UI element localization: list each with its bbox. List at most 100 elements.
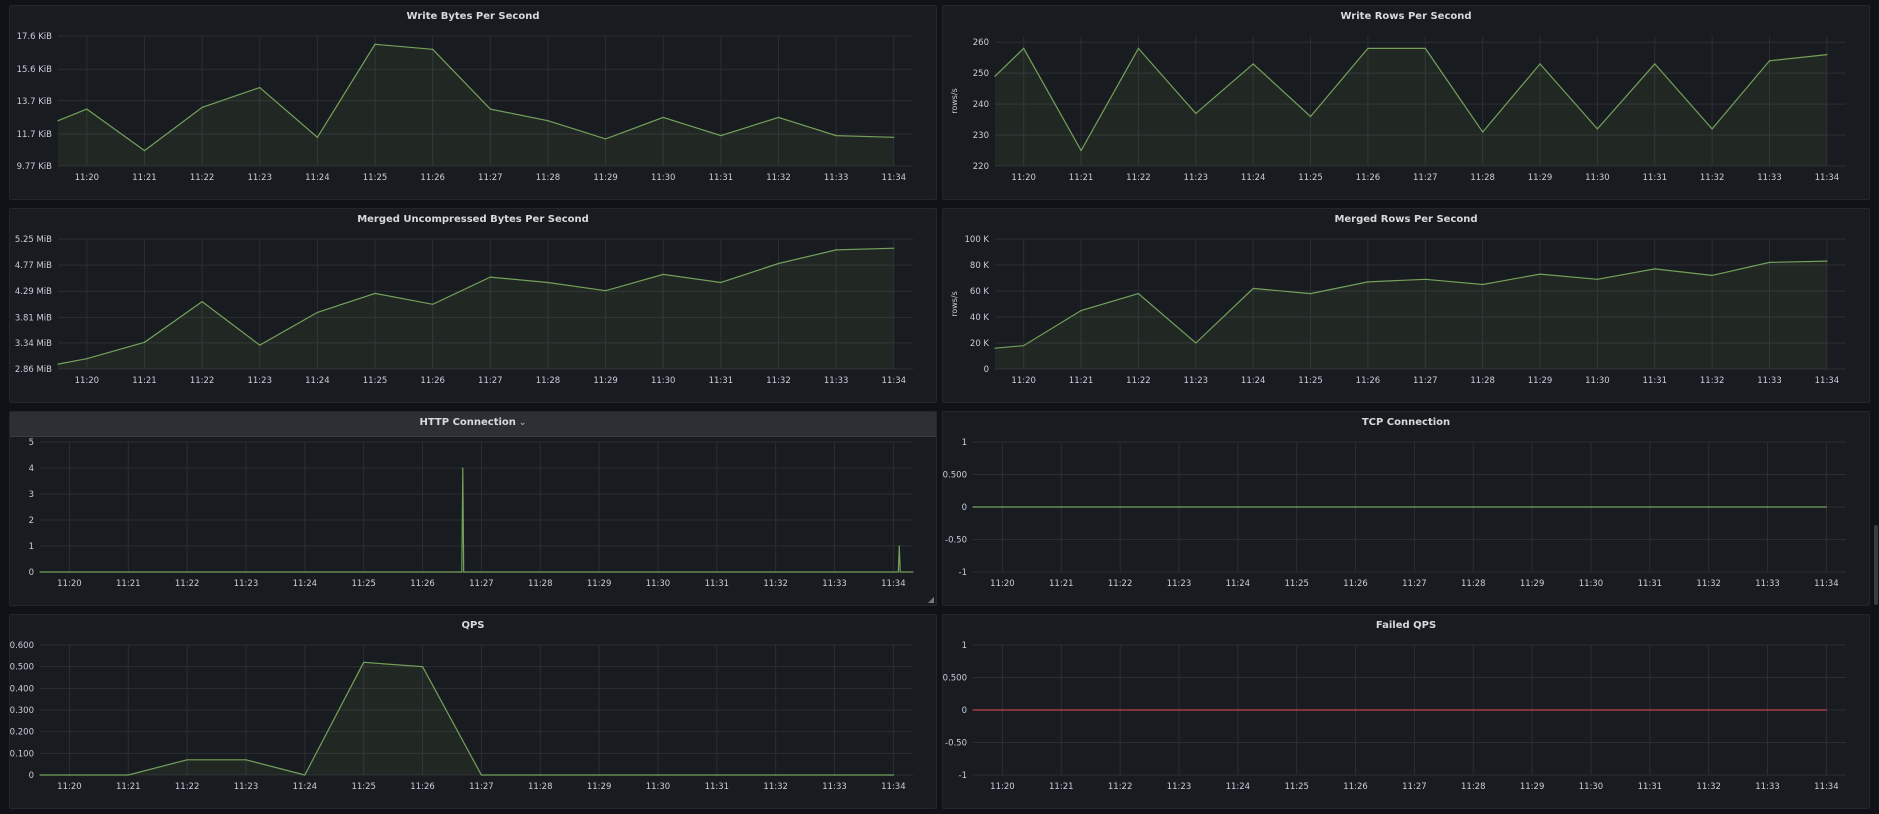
panel-tcp-connection[interactable]: TCP Connection -1 -0.50 0 0.500 1 11:20 11:21 1… (942, 411, 1870, 606)
x-tick-label: 11:26 (1343, 782, 1368, 792)
data-point (1023, 47, 1025, 49)
x-tick-label: 11:26 (410, 579, 435, 589)
panel-write-bytes[interactable]: Write Bytes Per Second 9.77 KiB 11.7 KiB 1… (9, 5, 937, 200)
y-tick-label: 3 (29, 490, 34, 500)
data-point (489, 276, 491, 278)
y-tick-label: 0 (29, 568, 34, 578)
y-tick-label: 0.200 (10, 728, 34, 738)
y-tick-label: 40 K (970, 313, 990, 323)
x-tick-label: 11:32 (763, 579, 788, 589)
data-point (1309, 115, 1312, 118)
data-point (259, 344, 261, 346)
data-point (1137, 47, 1140, 49)
x-tick-label: 11:21 (132, 376, 157, 386)
x-tick-label: 11:33 (822, 579, 847, 589)
series-area (58, 44, 894, 166)
x-tick-label: 11:22 (175, 579, 200, 589)
data-point (547, 281, 549, 284)
y-tick-label: 5.25 MiB (15, 235, 52, 245)
x-tick-label: 11:31 (705, 579, 730, 589)
data-point (421, 666, 424, 668)
x-tick-label: 11:33 (822, 782, 847, 792)
x-tick-label: 11:32 (1696, 782, 1721, 792)
x-tick-label: 11:29 (587, 579, 612, 589)
x-tick-label: 11:34 (881, 579, 906, 589)
panel-failed-qps[interactable]: Failed QPS -1 -0.50 0 0.500 1 11:20 11:21 11:22… (942, 614, 1870, 809)
y-tick-label: 260 (973, 38, 989, 48)
x-tick-label: 11:34 (882, 376, 907, 386)
x-tick-label: 11:20 (990, 579, 1015, 589)
data-point (972, 709, 974, 711)
x-tick-label: 11:30 (651, 376, 676, 386)
x-tick-label: 11:23 (247, 376, 272, 386)
panel-write-rows[interactable]: Write Rows Per Second 220 230 240 250 260 11:… (942, 5, 1870, 200)
x-tick-label: 11:29 (587, 782, 612, 792)
y-tick-label: 20 K (970, 339, 990, 349)
data-point (716, 774, 718, 776)
data-point (461, 571, 463, 573)
x-tick-label: 11:24 (293, 782, 318, 792)
x-tick-label: 11:29 (593, 173, 618, 183)
y-tick-label: 1 (962, 438, 967, 448)
y-tick-label: 0.500 (943, 471, 967, 481)
y-tick-label: -1 (959, 568, 967, 578)
data-point (201, 106, 203, 108)
x-tick-label: 11:32 (766, 376, 791, 386)
data-point (57, 363, 59, 365)
x-tick-label: 11:21 (1069, 173, 1094, 183)
x-tick-label: 11:21 (1049, 782, 1074, 792)
x-tick-label: 11:21 (1049, 579, 1074, 589)
panel-merged-rows[interactable]: Merged Rows Per Second 0 20 K 40 K 60 K 80 K… (942, 208, 1870, 403)
data-point (245, 759, 247, 761)
x-tick-label: 11:27 (1413, 173, 1438, 183)
y-tick-label: 4 (29, 464, 34, 474)
x-tick-label: 11:32 (1696, 579, 1721, 589)
data-point (994, 347, 996, 349)
x-tick-label: 11:28 (1461, 579, 1486, 589)
x-tick-label: 11:22 (190, 173, 215, 183)
x-tick-label: 11:26 (420, 173, 445, 183)
y-tick-label: 1 (962, 641, 967, 651)
x-tick-label: 11:25 (363, 173, 388, 183)
x-tick-label: 11:23 (1167, 782, 1192, 792)
page-scrollbar[interactable] (1874, 525, 1878, 605)
data-point (127, 774, 129, 776)
data-point (1826, 260, 1828, 262)
series-area (40, 662, 894, 775)
y-tick-label: 15.6 KiB (17, 65, 53, 75)
x-tick-label: 11:29 (1520, 579, 1545, 589)
x-tick-label: 11:27 (1413, 376, 1438, 386)
data-point (972, 506, 974, 508)
data-point (897, 571, 899, 573)
x-tick-label: 11:28 (528, 782, 553, 792)
y-tick-label: 4.29 MiB (15, 287, 52, 297)
data-point (898, 545, 900, 547)
x-tick-label: 11:23 (1184, 173, 1209, 183)
y-tick-label: -1 (959, 771, 967, 781)
panel-qps[interactable]: QPS 0 0.100 0.200 0.300 0.400 0.500 0.600 11:20… (9, 614, 937, 809)
x-tick-label: 11:24 (1226, 579, 1251, 589)
y-tick-label: 17.6 KiB (17, 32, 53, 42)
y-tick-label: 60 K (970, 287, 990, 297)
data-point (1252, 287, 1254, 289)
x-tick-label: 11:33 (824, 376, 849, 386)
data-point (777, 262, 780, 265)
data-point (86, 358, 88, 360)
x-tick-label: 11:28 (1461, 782, 1486, 792)
data-point (604, 138, 607, 140)
y-tick-label: 3.34 MiB (15, 339, 52, 349)
y-tick-label: 0.400 (10, 684, 34, 694)
panel-merged-uncompressed[interactable]: Merged Uncompressed Bytes Per Second 2.8… (9, 208, 937, 403)
y-tick-label: 3.81 MiB (15, 313, 52, 323)
data-point (1482, 131, 1484, 133)
x-tick-label: 11:30 (646, 782, 671, 792)
x-tick-label: 11:26 (1356, 376, 1381, 386)
data-point (539, 774, 541, 776)
data-point (86, 108, 88, 110)
x-tick-label: 11:31 (1643, 173, 1668, 183)
x-tick-label: 11:31 (709, 376, 734, 386)
data-point (1825, 506, 1827, 508)
data-point (604, 290, 607, 292)
data-point (1596, 278, 1598, 280)
panel-http-connection[interactable]: HTTP Connection ⌄ ◢ 0 1 2 3 4 5 11:20 11:21 11:22… (9, 411, 937, 606)
